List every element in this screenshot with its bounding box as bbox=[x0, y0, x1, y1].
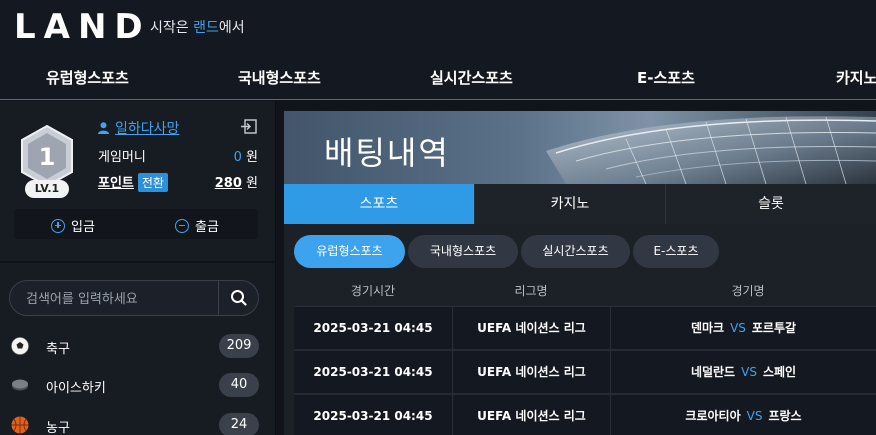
money-buttons: 입금 출금 bbox=[14, 209, 258, 239]
sport-item-ice-hockey[interactable]: 아이스하키 40 bbox=[0, 368, 276, 404]
match-name: 크로아티아 VS 프랑스 bbox=[611, 395, 876, 435]
points-label-wrap: 포인트 전환 bbox=[98, 172, 168, 192]
tab-sports[interactable]: 스포츠 bbox=[284, 184, 475, 224]
tab-casino[interactable]: 카지노 bbox=[475, 184, 666, 224]
table-row[interactable]: 2025-03-21 04:45 UEFA 네이션스 리그 크로아티아 VS 프랑스 bbox=[294, 395, 876, 435]
betting-history-panel: 배팅내역 스포츠 카지노 슬롯 유럽형스포츠 국내형스포츠 실시간스포츠 E-스… bbox=[284, 111, 876, 435]
plus-circle-icon bbox=[51, 218, 65, 233]
versus-label: VS bbox=[730, 321, 746, 335]
table-row[interactable]: 2025-03-21 04:45 UEFA 네이션스 리그 네덜란드 VS 스페인 bbox=[294, 351, 876, 395]
stadium-image bbox=[546, 116, 876, 184]
search-icon bbox=[231, 290, 247, 306]
match-time: 2025-03-21 04:45 bbox=[294, 395, 453, 435]
page: LAND 시작은 랜드에서 유럽형스포츠 국내형스포츠 실시간스포츠 E-스포츠… bbox=[0, 0, 876, 435]
nav-live-sports[interactable]: 실시간스포츠 bbox=[430, 67, 513, 88]
sport-label: 축구 bbox=[46, 342, 70, 357]
level-label: LV.1 bbox=[25, 180, 69, 198]
tagline-accent: 랜드 bbox=[193, 20, 219, 36]
level-badge: 1 LV.1 bbox=[18, 123, 76, 201]
sport-search bbox=[9, 280, 259, 316]
sport-item-basketball[interactable]: 농구 24 bbox=[0, 408, 276, 435]
withdraw-label: 출금 bbox=[195, 220, 219, 235]
search-button[interactable] bbox=[219, 281, 259, 315]
site-logo[interactable]: LAND bbox=[14, 8, 151, 46]
sport-count: 209 bbox=[219, 334, 259, 358]
points-value-wrap: 280 원 bbox=[215, 172, 258, 191]
away-team: 스페인 bbox=[762, 365, 797, 379]
sport-item-soccer[interactable]: 축구 209 bbox=[0, 329, 276, 365]
match-name: 덴마크 VS 포르투갈 bbox=[611, 307, 876, 349]
match-time: 2025-03-21 04:45 bbox=[294, 307, 453, 349]
match-name: 네덜란드 VS 스페인 bbox=[611, 351, 876, 393]
user-profile: 1 LV.1 일하다사망 게임머니 0 원 포인트 전환 280 원 입금 출금 bbox=[0, 101, 276, 261]
search-input[interactable] bbox=[26, 288, 216, 310]
level-number: 1 bbox=[39, 143, 56, 171]
subtab-esports[interactable]: E-스포츠 bbox=[633, 235, 719, 268]
sport-type-tabs: 유럽형스포츠 국내형스포츠 실시간스포츠 E-스포츠 bbox=[284, 233, 876, 271]
convert-points-button[interactable]: 전환 bbox=[137, 173, 168, 192]
sport-count: 24 bbox=[219, 413, 259, 435]
tagline-prefix: 시작은 bbox=[150, 20, 194, 36]
user-icon bbox=[98, 122, 109, 134]
sidebar-divider bbox=[0, 261, 276, 263]
versus-label: VS bbox=[741, 365, 757, 379]
league-name: UEFA 네이션스 리그 bbox=[453, 395, 611, 435]
category-tabs: 스포츠 카지노 슬롯 bbox=[284, 184, 876, 224]
points-unit: 원 bbox=[246, 176, 258, 191]
subtab-live-sports[interactable]: 실시간스포츠 bbox=[521, 235, 630, 268]
column-header-match: 경기명 bbox=[731, 284, 765, 298]
league-name: UEFA 네이션스 리그 bbox=[453, 351, 611, 393]
nav-european-sports[interactable]: 유럽형스포츠 bbox=[46, 67, 129, 88]
deposit-button[interactable]: 입금 bbox=[51, 216, 95, 235]
username: 일하다사망 bbox=[115, 121, 180, 137]
home-team: 네덜란드 bbox=[690, 365, 736, 379]
hockey-puck-icon bbox=[12, 379, 28, 391]
username-link[interactable]: 일하다사망 bbox=[98, 118, 179, 138]
page-title: 배팅내역 bbox=[324, 134, 450, 172]
subtab-european-sports[interactable]: 유럽형스포츠 bbox=[294, 235, 405, 268]
game-money-label: 게임머니 bbox=[98, 150, 146, 165]
tagline: 시작은 랜드에서 bbox=[150, 17, 245, 37]
league-name: UEFA 네이션스 리그 bbox=[453, 307, 611, 349]
points-value: 280 bbox=[214, 176, 242, 191]
column-header-time: 경기시간 bbox=[350, 284, 396, 298]
nav-esports[interactable]: E-스포츠 bbox=[637, 67, 695, 88]
level-hexagon-icon: 1 bbox=[21, 125, 73, 187]
deposit-label: 입금 bbox=[71, 220, 95, 235]
banner: 배팅내역 bbox=[284, 111, 876, 184]
sport-count: 40 bbox=[219, 373, 259, 397]
column-header-league: 리그명 bbox=[514, 284, 548, 298]
tab-slot[interactable]: 슬롯 bbox=[666, 184, 876, 224]
main-nav: 유럽형스포츠 국내형스포츠 실시간스포츠 E-스포츠 카지노 bbox=[0, 54, 876, 100]
versus-label: VS bbox=[746, 409, 763, 423]
away-team: 포르투갈 bbox=[751, 321, 797, 335]
subtab-domestic-sports[interactable]: 국내형스포츠 bbox=[408, 235, 518, 268]
withdraw-button[interactable]: 출금 bbox=[175, 216, 219, 235]
top-bar: LAND 시작은 랜드에서 bbox=[0, 0, 876, 54]
minus-circle-icon bbox=[175, 218, 189, 233]
game-money-value: 0 bbox=[233, 150, 242, 165]
nav-casino[interactable]: 카지노 bbox=[836, 67, 876, 88]
home-team: 덴마크 bbox=[690, 321, 725, 335]
nav-domestic-sports[interactable]: 국내형스포츠 bbox=[238, 67, 321, 88]
game-money-unit: 원 bbox=[246, 150, 258, 165]
home-team: 크로아티아 bbox=[685, 409, 741, 423]
sport-label: 아이스하키 bbox=[46, 381, 106, 396]
soccer-ball-icon bbox=[11, 337, 29, 355]
tagline-suffix: 에서 bbox=[218, 20, 245, 36]
away-team: 프랑스 bbox=[768, 409, 802, 423]
game-money-value-wrap: 0 원 bbox=[234, 146, 258, 165]
sidebar: 1 LV.1 일하다사망 게임머니 0 원 포인트 전환 280 원 입금 출금… bbox=[0, 101, 276, 435]
sport-label: 농구 bbox=[46, 421, 70, 435]
basketball-icon bbox=[11, 416, 29, 434]
table-header: 경기시간 리그명 경기명 bbox=[294, 279, 876, 307]
match-time: 2025-03-21 04:45 bbox=[294, 351, 453, 393]
logout-icon[interactable] bbox=[240, 119, 257, 134]
points-label[interactable]: 포인트 bbox=[98, 176, 134, 191]
table-row[interactable]: 2025-03-21 04:45 UEFA 네이션스 리그 덴마크 VS 포르투갈 bbox=[294, 307, 876, 351]
